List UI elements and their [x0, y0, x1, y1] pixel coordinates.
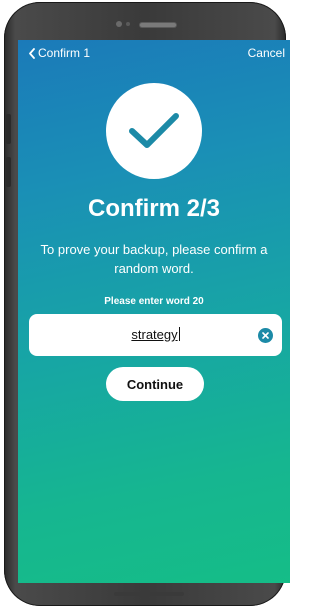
text-caret	[178, 327, 180, 341]
sensor	[126, 22, 130, 26]
camera	[116, 21, 122, 27]
power-button	[6, 157, 11, 187]
home-indicator	[114, 592, 184, 596]
continue-button[interactable]: Continue	[106, 367, 204, 401]
instruction-text: To prove your backup, please confirm a r…	[40, 242, 268, 276]
page-title: Confirm 2/3	[87, 195, 221, 222]
chevron-left-icon	[29, 47, 35, 59]
success-badge	[106, 83, 202, 179]
word-input[interactable]: strategy	[29, 314, 282, 356]
cancel-button[interactable]: Cancel	[248, 46, 285, 60]
clear-icon	[262, 332, 269, 339]
checkmark-icon	[129, 113, 179, 148]
clear-button[interactable]	[258, 328, 273, 343]
screen: Confirm 1 Cancel Confirm 2/3 To prove yo…	[18, 40, 290, 583]
word-text: strategy	[131, 327, 178, 342]
back-label: Confirm 1	[38, 46, 91, 60]
back-button[interactable]: Confirm 1	[28, 46, 90, 60]
word-prompt: Please enter word 20	[104, 296, 204, 307]
word-input-value: strategy	[29, 327, 282, 342]
phone-frame: Confirm 1 Cancel Confirm 2/3 To prove yo…	[4, 2, 290, 606]
volume-button	[6, 114, 11, 144]
speaker-grille	[140, 23, 176, 27]
